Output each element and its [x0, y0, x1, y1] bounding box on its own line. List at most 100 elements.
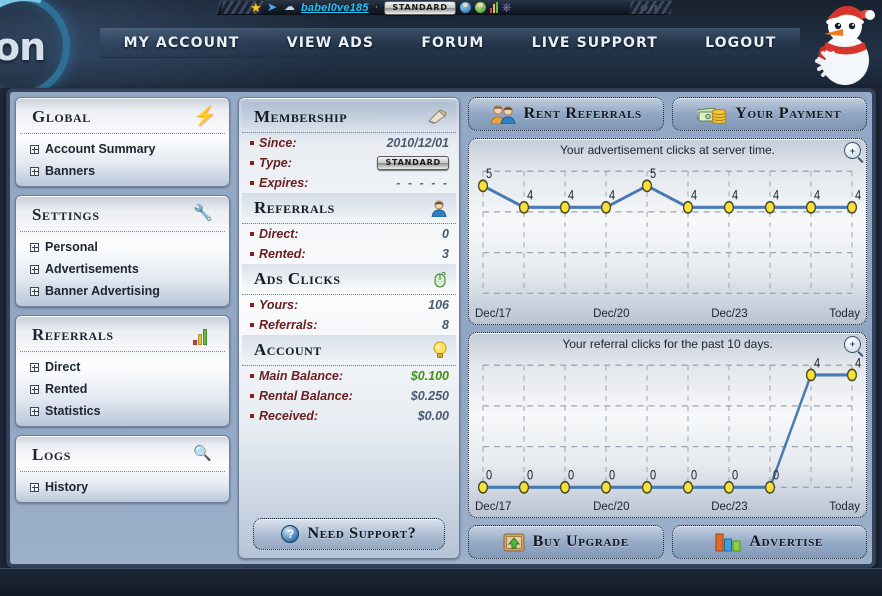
point-label: 0	[732, 467, 738, 483]
sidebar-item-rented[interactable]: Rented	[16, 378, 229, 400]
sidebar: Global ⚡ Account Summary Banners Setting…	[15, 97, 230, 559]
summary-panel: Membership Since: 2010/12/01 Type: STAND…	[238, 97, 460, 559]
point-label: 5	[486, 166, 492, 182]
nav-live-support[interactable]: Live Support	[508, 35, 681, 51]
sidebar-item-label: Account Summary	[45, 142, 156, 156]
sidebar-section-referrals: Referrals Direct Rented Statistics	[15, 315, 230, 427]
username-link[interactable]: babel0ve185	[301, 2, 369, 14]
your-payment-label: Your Payment	[735, 105, 842, 122]
row-label: Yours:	[250, 298, 298, 312]
rent-referrals-label: Rent Referrals	[523, 105, 642, 122]
sidebar-section-header: Settings 🔧	[20, 202, 225, 232]
rent-referrals-button[interactable]: Rent Referrals	[468, 97, 664, 131]
point-label: 4	[609, 187, 615, 203]
nav-view-ads[interactable]: View Ads	[263, 35, 398, 51]
advertise-label: Advertise	[749, 533, 824, 550]
bar-chart-icon	[715, 533, 741, 552]
membership-since-row: Since: 2010/12/01	[239, 133, 459, 153]
membership-expires-row: Expires: - - - - -	[239, 173, 459, 193]
nav-forum[interactable]: Forum	[398, 35, 508, 51]
x-tick: Dec/23	[711, 307, 748, 320]
ads-clicks-title: Ads Clicks	[254, 269, 341, 288]
need-support-button[interactable]: ? Need Support?	[253, 518, 445, 550]
sidebar-section-logs: Logs 🔍 History	[15, 435, 230, 503]
site-header: on ★ ➤ ☁ babel0ve185 · STANDARD ⎈ on My …	[0, 0, 882, 88]
right-column: Rent Referrals Your Payment Your adverti…	[468, 97, 867, 559]
star-icon[interactable]: ★	[250, 1, 263, 14]
sidebar-item-account-summary[interactable]: Account Summary	[16, 138, 229, 160]
expand-icon	[30, 264, 39, 274]
x-tick: Dec/17	[475, 307, 512, 320]
snowman-icon	[815, 5, 875, 85]
point-label: 0	[527, 467, 533, 483]
avatar-green-icon[interactable]	[474, 2, 486, 13]
your-payment-button[interactable]: Your Payment	[671, 97, 867, 131]
bar-chart-icon[interactable]	[489, 2, 498, 13]
wrench-icon: 🔧	[193, 205, 213, 222]
row-label: Referrals:	[250, 318, 317, 332]
chart-zoom-icon[interactable]: +	[844, 142, 861, 159]
row-value: - - - - -	[396, 176, 449, 190]
x-tick: Dec/20	[593, 307, 630, 320]
chart-title: Your referral clicks for the past 10 day…	[562, 336, 773, 351]
chart-title: Your advertisement clicks at server time…	[560, 143, 775, 157]
content-frame: Global ⚡ Account Summary Banners Setting…	[6, 88, 876, 568]
row-label: Since:	[250, 136, 297, 150]
sidebar-item-personal[interactable]: Personal	[16, 236, 229, 258]
chart-x-axis: Dec/17 Dec/20 Dec/23 Today	[475, 306, 860, 322]
point-label: 4	[855, 187, 861, 203]
row-value: $0.250	[410, 389, 449, 403]
buy-upgrade-button[interactable]: Buy Upgrade	[468, 525, 664, 559]
sidebar-section-title: Global	[32, 107, 91, 126]
card-icon	[428, 109, 447, 124]
point-label: 0	[609, 467, 615, 483]
sidebar-item-advertisements[interactable]: Advertisements	[16, 258, 229, 280]
expand-icon	[30, 286, 39, 296]
topbar-separator: ·	[374, 1, 379, 13]
row-label: Direct:	[250, 227, 299, 241]
sidebar-item-label: History	[45, 480, 89, 494]
membership-badge: STANDARD	[384, 0, 456, 15]
sidebar-section-title: Referrals	[32, 325, 114, 344]
nav-logout[interactable]: Logout	[682, 35, 801, 51]
sidebar-item-label: Statistics	[45, 404, 101, 418]
sidebar-section-header: Referrals	[20, 322, 225, 352]
row-label: Rented:	[250, 247, 306, 261]
point-label: 0	[773, 467, 779, 483]
bolt-icon: ⚡	[193, 106, 217, 127]
cursor-icon[interactable]: ➤	[267, 1, 280, 14]
row-value: 2010/12/01	[386, 136, 449, 150]
referral-clicks-chart: Your referral clicks for the past 10 day…	[468, 331, 867, 518]
point-label: 4	[773, 187, 779, 203]
referrals-title: Referrals	[254, 198, 335, 217]
sidebar-section-title: Settings	[32, 205, 100, 224]
power-icon[interactable]: ⎈	[502, 1, 515, 14]
expand-icon	[30, 482, 39, 492]
sidebar-item-statistics[interactable]: Statistics	[16, 400, 229, 422]
sidebar-item-banners[interactable]: Banners	[16, 160, 229, 182]
brand-watermark: on	[638, 1, 662, 14]
sidebar-item-history[interactable]: History	[16, 476, 229, 498]
buy-upgrade-label: Buy Upgrade	[532, 533, 629, 550]
ads-clicks-header: Ads Clicks	[242, 264, 456, 295]
sidebar-item-label: Rented	[45, 382, 88, 396]
account-main-balance-row: Main Balance: $0.100	[239, 366, 459, 386]
point-label: 0	[568, 467, 574, 483]
advertisement-clicks-chart: Your advertisement clicks at server time…	[468, 138, 867, 325]
ads-clicks-referrals-row: Referrals: 8	[239, 315, 459, 335]
lightbulb-icon	[433, 341, 447, 358]
account-header: Account	[242, 335, 456, 366]
advertise-button[interactable]: Advertise	[671, 525, 867, 559]
sidebar-item-banner-advertising[interactable]: Banner Advertising	[16, 280, 229, 302]
avatar-blue-icon[interactable]	[459, 2, 471, 13]
point-label: 4	[732, 187, 738, 203]
membership-type-row: Type: STANDARD	[239, 153, 459, 173]
sidebar-section-global: Global ⚡ Account Summary Banners	[15, 97, 230, 187]
nav-my-account[interactable]: My Account	[100, 35, 263, 51]
topbar-content: ★ ➤ ☁ babel0ve185 · STANDARD ⎈	[250, 0, 670, 15]
sidebar-item-direct[interactable]: Direct	[16, 356, 229, 378]
main-navigation: My Account View Ads Forum Live Support L…	[100, 28, 800, 58]
cloud-icon[interactable]: ☁	[284, 1, 297, 14]
chart-zoom-icon[interactable]: +	[844, 335, 861, 353]
membership-header: Membership	[242, 102, 456, 133]
